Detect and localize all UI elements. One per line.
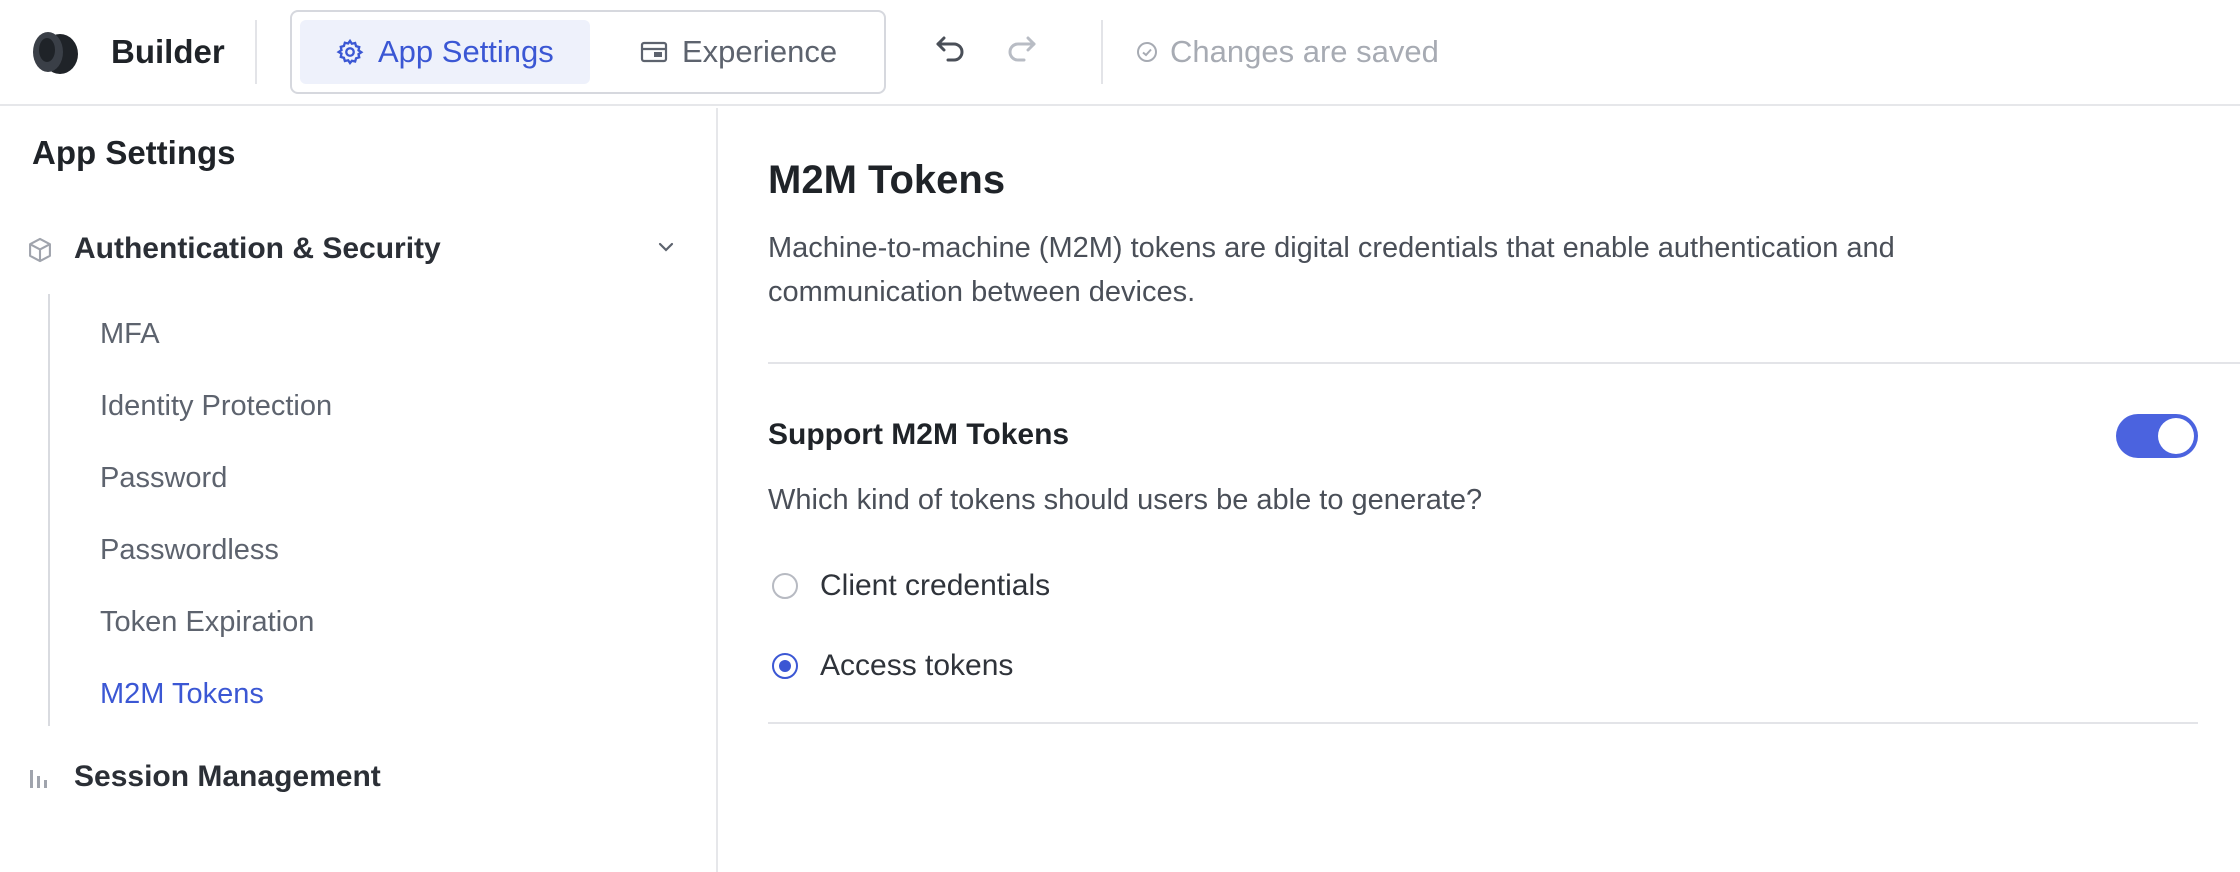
redo-icon[interactable] — [1002, 36, 1042, 68]
toggle-knob — [2158, 418, 2194, 454]
settings-sidebar: App Settings Authentication & Security M… — [0, 108, 718, 872]
page-description: Machine-to-machine (M2M) tokens are digi… — [768, 232, 1895, 308]
save-status-text: Changes are saved — [1170, 34, 1439, 69]
gear-icon — [336, 38, 364, 66]
header-divider — [255, 20, 257, 84]
sidebar-item-identity-protection[interactable]: Identity Protection — [100, 382, 660, 430]
chevron-down-icon[interactable] — [656, 240, 676, 254]
sidebar-item-token-expiration[interactable]: Token Expiration — [100, 598, 660, 646]
header-divider — [1101, 20, 1103, 84]
sidebar-item-m2m-tokens[interactable]: M2M Tokens — [100, 670, 660, 718]
brand-name: Builder — [111, 33, 225, 70]
radio-button-checked[interactable] — [772, 653, 798, 679]
main-content: M2M Tokens Machine-to-machine (M2M) toke… — [720, 108, 2240, 872]
sidebar-section-session-management[interactable]: Session Management — [0, 748, 716, 806]
tab-experience[interactable]: Experience — [622, 20, 872, 84]
bar-chart-icon — [30, 770, 47, 788]
layout-icon — [640, 41, 668, 63]
check-circle-icon — [1137, 42, 1157, 62]
divider — [768, 362, 2240, 364]
undo-icon[interactable] — [930, 36, 970, 68]
radio-button[interactable] — [772, 573, 798, 599]
radio-client-credentials[interactable]: Client credentials — [772, 564, 1050, 608]
sidebar-item-passwordless[interactable]: Passwordless — [100, 526, 660, 574]
tab-experience-label: Experience — [682, 34, 838, 69]
sidebar-section-authentication-security[interactable]: Authentication & Security — [0, 220, 716, 278]
radio-label: Access tokens — [820, 649, 1014, 682]
builder-logo-icon — [33, 32, 78, 74]
cube-icon — [29, 237, 51, 263]
radio-label: Client credentials — [820, 569, 1051, 602]
mode-switcher: App Settings Experience — [290, 10, 886, 94]
sidebar-item-mfa[interactable]: MFA — [100, 310, 660, 358]
tab-app-settings-label: App Settings — [378, 34, 554, 69]
option-title: Support M2M Tokens — [768, 418, 1070, 451]
top-bar: Builder App Settings Experience Changes … — [0, 0, 2240, 106]
save-status: Changes are saved — [1136, 30, 1439, 74]
tab-app-settings[interactable]: App Settings — [300, 20, 590, 84]
option-question: Which kind of tokens should users be abl… — [768, 484, 1483, 516]
sidebar-title: App Settings — [32, 134, 236, 171]
radio-access-tokens[interactable]: Access tokens — [772, 644, 1013, 688]
sidebar-item-password[interactable]: Password — [100, 454, 660, 502]
page-title: M2M Tokens — [768, 158, 1006, 202]
subnav-guide-line — [48, 294, 50, 726]
divider — [768, 722, 2198, 724]
sidebar-section-label: Session Management — [74, 760, 381, 793]
support-m2m-toggle[interactable] — [2116, 414, 2198, 458]
sidebar-section-label: Authentication & Security — [74, 232, 441, 265]
